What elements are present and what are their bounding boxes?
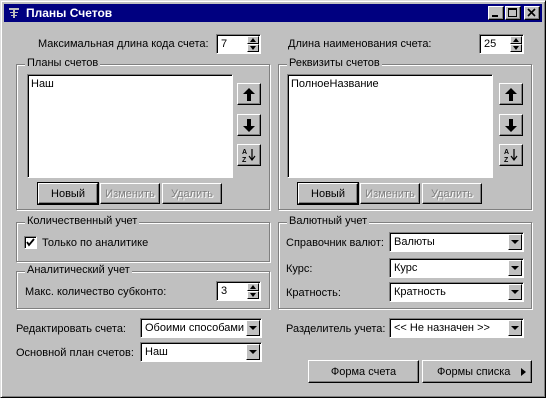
- dropdown-arrow-icon: [249, 326, 257, 330]
- svg-text:A: A: [504, 149, 509, 156]
- separator-label: Разделитель учета:: [286, 323, 386, 335]
- requisites-edit-button[interactable]: Изменить: [360, 183, 420, 204]
- main-plan-label: Основной план счетов:: [16, 347, 134, 359]
- arrow-down-icon: [243, 118, 255, 132]
- plans-group-title: Планы счетов: [25, 57, 101, 69]
- dropdown-arrow-icon: [249, 350, 257, 354]
- list-forms-button[interactable]: Формы списка: [422, 360, 532, 383]
- svg-text:A: A: [242, 149, 247, 156]
- svg-text:Z: Z: [504, 157, 509, 162]
- requisites-listbox[interactable]: ПолноеНазвание: [287, 74, 493, 178]
- move-up-button[interactable]: [237, 83, 261, 105]
- arrow-down-icon: [505, 118, 517, 132]
- dropdown-arrow-icon: [511, 326, 519, 330]
- close-button[interactable]: [524, 6, 540, 20]
- dropdown-button[interactable]: [508, 260, 522, 276]
- sort-az-icon: A Z: [504, 149, 518, 162]
- separator-value: << Не назначен >>: [394, 322, 490, 334]
- multiplicity-label: Кратность:: [286, 287, 341, 299]
- arrow-up-icon: [243, 87, 255, 101]
- window-title: Планы Счетов: [26, 6, 113, 20]
- currency-ref-select[interactable]: Валюты: [389, 232, 524, 252]
- dropdown-button[interactable]: [246, 344, 260, 360]
- move-down-button[interactable]: [237, 114, 261, 136]
- submenu-arrow-icon: [521, 368, 526, 376]
- maximize-button[interactable]: [505, 6, 521, 20]
- separator-select[interactable]: << Не назначен >>: [389, 318, 524, 338]
- requisites-group-title: Реквизиты счетов: [287, 57, 382, 69]
- plans-of-accounts-window: Планы Счетов Максимальная длина кода сче…: [0, 0, 546, 398]
- spin-up-button[interactable]: [510, 36, 522, 44]
- max-code-length-value: 7: [221, 38, 228, 50]
- checkmark-icon: [26, 238, 35, 247]
- main-plan-value: Наш: [145, 346, 168, 358]
- name-length-value: 25: [484, 38, 497, 50]
- currency-ref-label: Справочник валют:: [286, 237, 384, 249]
- name-length-label: Длина наименования счета:: [288, 38, 432, 50]
- quantity-group-title: Количественный учет: [25, 215, 140, 227]
- requisites-delete-button[interactable]: Удалить: [422, 183, 482, 204]
- dropdown-button[interactable]: [508, 234, 522, 250]
- sort-az-icon: A Z: [242, 149, 256, 162]
- move-down-button[interactable]: [499, 114, 523, 136]
- multiplicity-select[interactable]: Кратность: [389, 282, 524, 302]
- sort-button[interactable]: A Z: [237, 144, 261, 166]
- close-icon: [527, 8, 536, 17]
- list-item[interactable]: ПолноеНазвание: [291, 78, 379, 90]
- max-code-length-label: Максимальная длина кода счета:: [38, 38, 209, 50]
- main-plan-select[interactable]: Наш: [140, 342, 262, 362]
- sort-button[interactable]: A Z: [499, 144, 523, 166]
- spin-up-button[interactable]: [247, 36, 259, 44]
- minimize-button[interactable]: [488, 6, 504, 20]
- currency-group-title: Валютный учет: [287, 215, 370, 227]
- maximize-icon: [508, 8, 517, 17]
- rate-value: Курс: [394, 262, 418, 274]
- dropdown-arrow-icon: [511, 290, 519, 294]
- name-length-spinner[interactable]: 25: [479, 34, 524, 54]
- rate-select[interactable]: Курс: [389, 258, 524, 278]
- max-subconto-value: 3: [221, 285, 228, 297]
- svg-text:Z: Z: [242, 157, 247, 162]
- dropdown-arrow-icon: [511, 266, 519, 270]
- currency-ref-value: Валюты: [394, 236, 435, 248]
- dropdown-button[interactable]: [246, 320, 260, 336]
- dropdown-button[interactable]: [508, 284, 522, 300]
- rate-label: Курс:: [286, 263, 313, 275]
- spin-down-button[interactable]: [510, 44, 522, 52]
- dropdown-button[interactable]: [508, 320, 522, 336]
- max-code-length-spinner[interactable]: 7: [216, 34, 261, 54]
- edit-accounts-select[interactable]: Обоими способами: [140, 318, 262, 338]
- title-bar[interactable]: Планы Счетов: [4, 4, 542, 22]
- dropdown-arrow-icon: [511, 240, 519, 244]
- list-forms-label: Формы списка: [437, 365, 511, 378]
- spin-up-button[interactable]: [247, 283, 259, 291]
- requisites-new-button[interactable]: Новый: [297, 182, 359, 205]
- minimize-icon: [492, 15, 498, 17]
- max-subconto-label: Макс. количество субконто:: [25, 286, 167, 298]
- list-item[interactable]: Наш: [31, 78, 54, 90]
- window-icon[interactable]: [7, 6, 21, 20]
- multiplicity-value: Кратность: [394, 286, 446, 298]
- plans-delete-button[interactable]: Удалить: [162, 183, 222, 204]
- arrow-up-icon: [505, 87, 517, 101]
- plans-edit-button[interactable]: Изменить: [100, 183, 160, 204]
- move-up-button[interactable]: [499, 83, 523, 105]
- account-form-button[interactable]: Форма счета: [308, 360, 419, 383]
- only-analytics-checkbox[interactable]: [24, 236, 37, 249]
- spin-down-button[interactable]: [247, 291, 259, 299]
- plans-listbox[interactable]: Наш: [27, 74, 233, 178]
- only-analytics-label[interactable]: Только по аналитике: [42, 237, 148, 249]
- edit-accounts-value: Обоими способами: [145, 322, 245, 334]
- plans-new-button[interactable]: Новый: [37, 182, 99, 205]
- edit-accounts-label: Редактировать счета:: [16, 323, 126, 335]
- analytics-group-title: Аналитический учет: [25, 264, 132, 276]
- max-subconto-spinner[interactable]: 3: [216, 281, 261, 301]
- spin-down-button[interactable]: [247, 44, 259, 52]
